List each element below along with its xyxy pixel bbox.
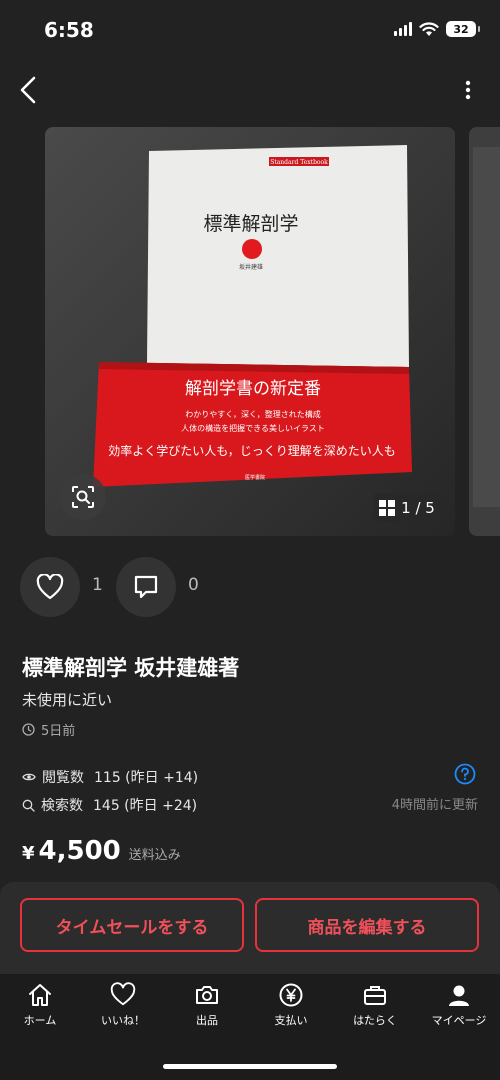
posted-time-text: 5日前 [41,724,76,739]
clock-icon [22,723,35,736]
searches-value: 145 (昨日 +24) [93,798,198,814]
views-value: 115 (昨日 +14) [94,770,199,786]
book-publisher: 医学書院 [245,474,265,481]
status-time: 6:58 [44,18,94,42]
book-title-text: 標準解剖学 [203,213,298,235]
comment-icon [134,575,158,599]
comment-button[interactable] [116,557,176,617]
grid-icon [379,500,396,516]
price-currency: ¥ [22,843,35,864]
tab-likes-label: いいね！ [101,1014,145,1027]
person-icon [449,985,469,1006]
more-options-button[interactable] [458,76,478,104]
product-photo[interactable]: Standard Textbook 標準解剖学 坂井建雄 解剖学書の新定番 わか… [45,127,455,536]
lens-scan-icon [72,486,94,508]
image-counter: 1 / 5 [373,493,441,523]
back-button[interactable] [12,72,44,108]
item-condition: 未使用に近い [22,691,113,709]
band-line-2: 人体の構造を把握できる美しいイラスト [181,423,325,433]
image-search-button[interactable] [60,474,106,520]
heart-outline-icon [36,574,64,600]
band-headline: 解剖学書の新定番 [185,379,321,399]
edit-item-button[interactable]: 商品を編集する [255,898,479,952]
camera-icon [196,986,218,1004]
tab-mypage[interactable]: マイページ [417,982,500,1038]
help-icon[interactable] [454,763,476,785]
tab-home[interactable]: ホーム [0,982,82,1038]
searches-label: 検索数 [41,798,83,814]
tab-sell-label: 出品 [196,1014,218,1027]
tab-payment[interactable]: 支払い [249,982,333,1038]
next-photo-thumbnail [469,127,500,536]
heart-icon [110,982,136,1006]
like-count: 1 [92,575,103,595]
book-cover-image: Standard Textbook 標準解剖学 坂井建雄 解剖学書の新定番 わか… [45,127,455,536]
yen-icon [279,983,303,1007]
time-sale-button[interactable]: タイムセールをする [20,898,244,952]
battery-icon: 32 [446,21,480,37]
searches-stat: 検索数 145 (昨日 +24) [22,795,197,815]
tab-bar: ホーム いいね！ 出品 支払い はたらく マイページ [0,974,500,1080]
tab-work[interactable]: はたらく [333,982,417,1038]
tab-mypage-label: マイページ [431,1014,487,1027]
eye-icon [22,773,36,781]
tab-payment-label: 支払い [274,1014,308,1027]
wifi-icon [419,21,439,36]
book-author-text: 坂井建雄 [239,263,263,271]
search-icon [22,799,35,812]
status-icons: 32 [394,21,480,37]
signal-icon [394,22,412,36]
item-title: 標準解剖学 坂井建雄著 [22,656,240,680]
home-indicator [163,1064,337,1069]
action-panel: タイムセールをする 商品を編集する [0,882,500,974]
shipping-label: 送料込み [128,848,181,863]
tab-likes[interactable]: いいね！ [81,982,165,1038]
home-icon [29,984,51,1006]
band-line-3: 効率よく学びたい人も，じっくり理解を深めたい人も [108,443,396,458]
band-line-1: わかりやすく，深く，整理された構成 [185,409,321,419]
price: ¥ 4,500 送料込み [22,836,181,866]
views-stat: 閲覧数 115 (昨日 +14) [22,767,198,787]
briefcase-icon [364,986,386,1005]
tab-work-label: はたらく [353,1014,397,1027]
price-amount: 4,500 [38,836,121,866]
engagement-actions: 1 0 [20,557,480,617]
like-button[interactable] [20,557,80,617]
more-vertical-icon [465,80,471,100]
views-label: 閲覧数 [42,770,84,786]
image-counter-text: 1 / 5 [401,499,435,517]
next-photo-preview[interactable] [469,127,500,536]
chevron-left-icon [20,76,36,104]
header-nav [0,62,500,118]
book-series-label: Standard Textbook [270,159,328,166]
comment-count: 0 [188,575,199,595]
posted-time: 5日前 [22,720,75,739]
tab-sell[interactable]: 出品 [165,982,249,1038]
status-bar: 6:58 32 [0,0,500,62]
updated-time: 4時間前に更新 [391,798,478,813]
tab-home-label: ホーム [23,1014,57,1027]
